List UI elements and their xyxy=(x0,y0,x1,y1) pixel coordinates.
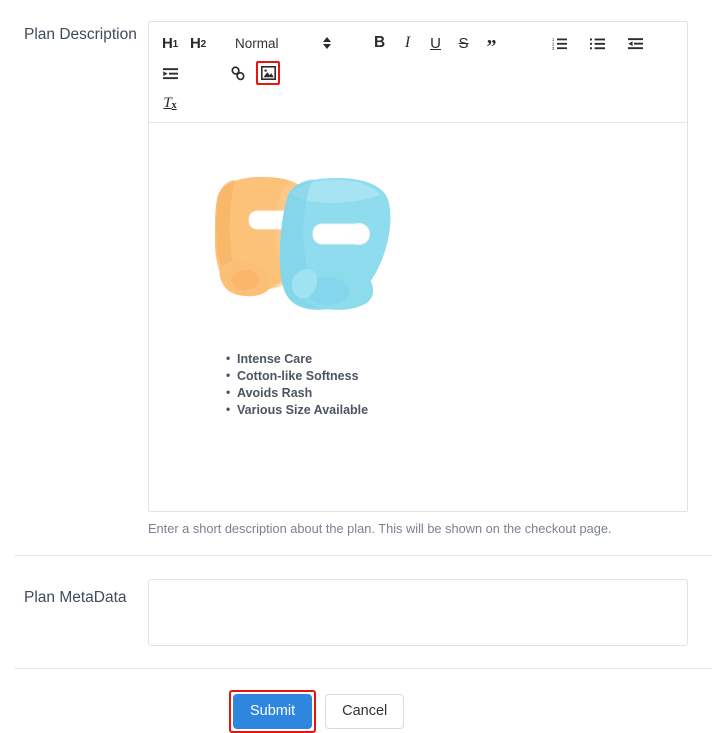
link-button[interactable] xyxy=(227,59,250,87)
plan-metadata-control xyxy=(148,579,726,651)
list-item: Cotton-like Softness xyxy=(226,367,672,385)
submit-button[interactable]: Submit xyxy=(233,694,313,729)
list-item: Avoids Rash xyxy=(226,384,672,402)
outdent-button[interactable] xyxy=(625,29,647,57)
bullet-list-button[interactable] xyxy=(587,29,609,57)
link-icon xyxy=(231,65,245,80)
editor-toolbar: H1 H2 Normal B I U S ” 1 2 3 T x xyxy=(149,22,687,123)
image-icon xyxy=(260,66,276,80)
blockquote-button[interactable]: ” xyxy=(481,29,503,57)
format-picker-value: Normal xyxy=(235,35,279,51)
plan-description-control: H1 H2 Normal B I U S ” 1 2 3 T x • Inten… xyxy=(148,21,726,538)
underline-button[interactable]: U xyxy=(425,29,447,57)
clear-formatting-sub: x xyxy=(171,100,177,111)
clear-formatting-label: T xyxy=(163,94,172,111)
editor-content-area[interactable]: Intense Care Cotton-like Softness Avoids… xyxy=(149,123,687,511)
svg-text:3: 3 xyxy=(552,46,555,50)
submit-highlight-box: Submit xyxy=(229,690,317,733)
list-item: Intense Care xyxy=(226,350,672,368)
bold-button[interactable]: B xyxy=(369,29,391,57)
plan-metadata-row: Plan MetaData xyxy=(0,556,726,651)
heading-2-sub: 2 xyxy=(200,39,207,50)
bullet-list-icon xyxy=(590,37,606,50)
plan-description-label: Plan Description xyxy=(24,26,137,43)
image-button[interactable] xyxy=(256,61,280,85)
strikethrough-button[interactable]: S xyxy=(453,29,475,57)
indent-button[interactable] xyxy=(159,59,181,87)
rich-text-editor[interactable]: H1 H2 Normal B I U S ” 1 2 3 T x • Inten… xyxy=(148,21,688,512)
plan-metadata-label: Plan MetaData xyxy=(24,589,127,606)
ordered-list-icon: 1 2 3 xyxy=(552,37,568,50)
indent-icon xyxy=(162,67,178,79)
updown-chevron-icon xyxy=(322,37,331,49)
ordered-list-button[interactable]: 1 2 3 xyxy=(549,29,571,57)
heading-2-label: H xyxy=(190,34,201,52)
heading-2-button[interactable]: H2 xyxy=(187,29,209,57)
italic-button[interactable]: I xyxy=(397,29,419,57)
plan-description-row: Plan Description H1 H2 Normal B I U S ” … xyxy=(0,0,726,538)
editor-image-block[interactable] xyxy=(164,137,672,323)
format-picker[interactable]: Normal xyxy=(235,29,331,57)
plan-metadata-input[interactable] xyxy=(148,579,688,646)
form-actions: Submit Cancel xyxy=(0,669,726,733)
feature-bullet-list: Intense Care Cotton-like Softness Avoids… xyxy=(164,350,672,419)
cancel-button[interactable]: Cancel xyxy=(325,694,405,729)
clear-formatting-button[interactable]: Tx xyxy=(159,89,181,117)
heading-1-button[interactable]: H1 xyxy=(159,29,181,57)
plan-description-help-text: Enter a short description about the plan… xyxy=(148,521,612,536)
list-item: Various Size Available xyxy=(226,401,672,419)
heading-1-sub: 1 xyxy=(172,39,179,50)
heading-1-label: H xyxy=(162,34,173,52)
product-image-diapers xyxy=(191,155,419,323)
outdent-icon xyxy=(628,37,644,49)
